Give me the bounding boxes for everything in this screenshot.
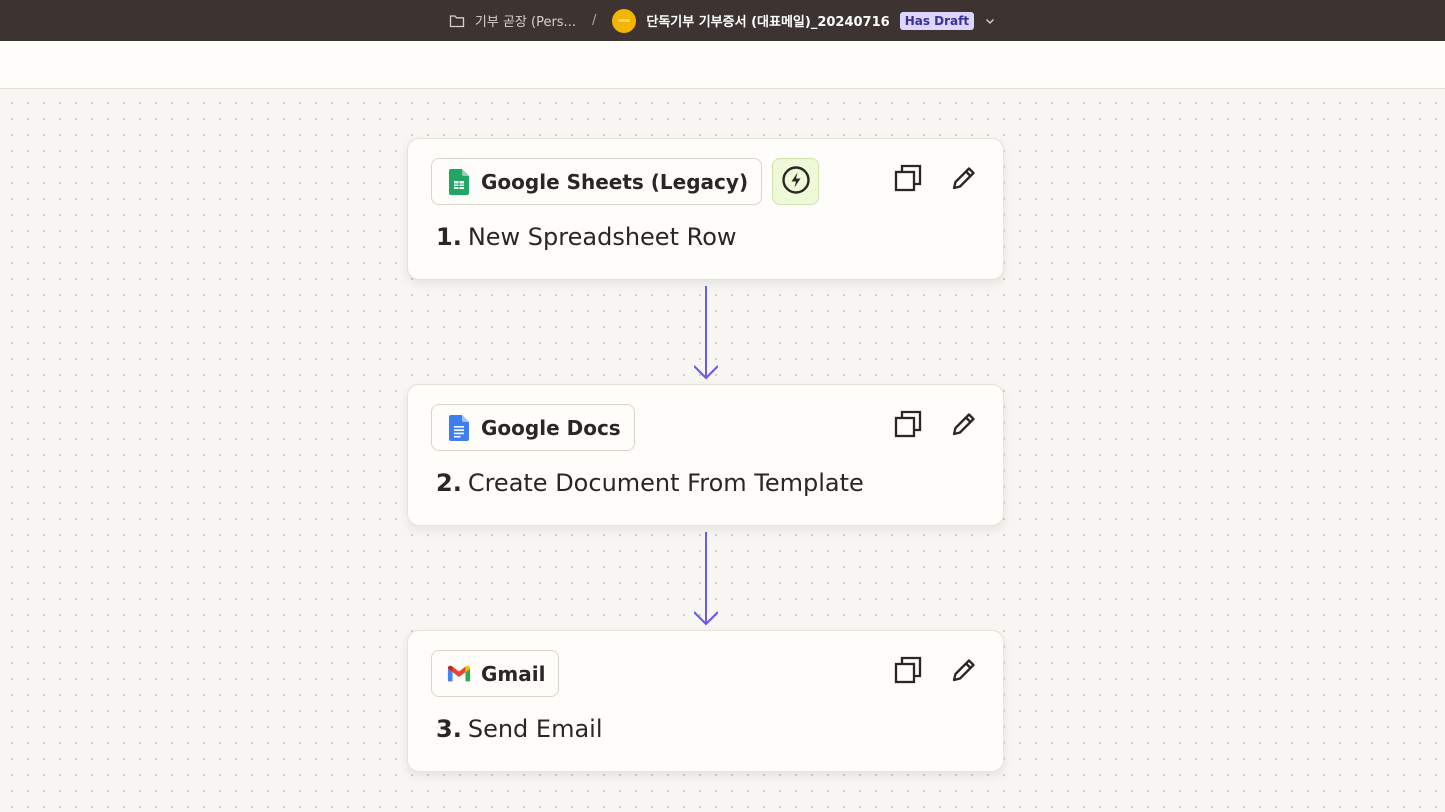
- duplicate-icon[interactable]: [893, 409, 923, 439]
- step-number: 2.: [436, 469, 462, 497]
- draft-badge: Has Draft: [899, 11, 975, 30]
- google-docs-icon: [447, 414, 471, 442]
- step-action: Send Email: [467, 715, 603, 743]
- app-name: Google Docs: [481, 415, 621, 440]
- step-card-1[interactable]: Google Sheets (Legacy) 1. New Spreadsheet…: [407, 138, 1004, 280]
- step-title: 3. Send Email: [436, 715, 603, 743]
- step-connector-2: [693, 532, 719, 628]
- instant-trigger-badge[interactable]: [772, 158, 820, 205]
- step-card-2[interactable]: Google Docs 2. Create Document From Templ…: [407, 384, 1004, 526]
- step-number: 3.: [436, 715, 462, 743]
- folder-icon: [449, 13, 465, 29]
- lightning-bolt-icon: [781, 165, 811, 199]
- app-name: Gmail: [481, 661, 546, 686]
- step-connector-1: [693, 286, 719, 382]
- step-action: Create Document From Template: [467, 469, 864, 497]
- duplicate-icon[interactable]: [893, 655, 923, 685]
- zap-title[interactable]: 단독기부 기부증서 (대표메일)_20240716: [646, 11, 889, 30]
- edit-pencil-icon[interactable]: [949, 409, 979, 439]
- gmail-icon: [447, 660, 471, 688]
- top-bar: 기부 곧장 (Pers... / 단독기부 기부증서 (대표메일)_202407…: [0, 0, 1445, 41]
- app-chip[interactable]: Gmail: [431, 650, 560, 697]
- edit-pencil-icon[interactable]: [949, 163, 979, 193]
- app-chip[interactable]: Google Docs: [431, 404, 635, 451]
- step-title: 1. New Spreadsheet Row: [436, 223, 737, 251]
- step-title: 2. Create Document From Template: [436, 469, 864, 497]
- breadcrumb-separator: /: [591, 13, 597, 28]
- app-chip[interactable]: Google Sheets (Legacy): [431, 158, 763, 205]
- duplicate-icon[interactable]: [893, 163, 923, 193]
- step-number: 1.: [436, 223, 462, 251]
- edit-pencil-icon[interactable]: [949, 655, 979, 685]
- folder-link[interactable]: 기부 곧장 (Pers...: [475, 11, 576, 30]
- app-name: Google Sheets (Legacy): [481, 169, 749, 194]
- zap-logo-icon: [612, 8, 637, 33]
- toolbar: [0, 41, 1445, 89]
- chevron-down-icon[interactable]: [984, 15, 996, 27]
- step-card-3[interactable]: Gmail 3. Send Email: [407, 630, 1004, 772]
- step-action: New Spreadsheet Row: [467, 223, 737, 251]
- breadcrumb: 기부 곧장 (Pers... / 단독기부 기부증서 (대표메일)_202407…: [449, 8, 996, 33]
- google-sheets-icon: [447, 168, 471, 196]
